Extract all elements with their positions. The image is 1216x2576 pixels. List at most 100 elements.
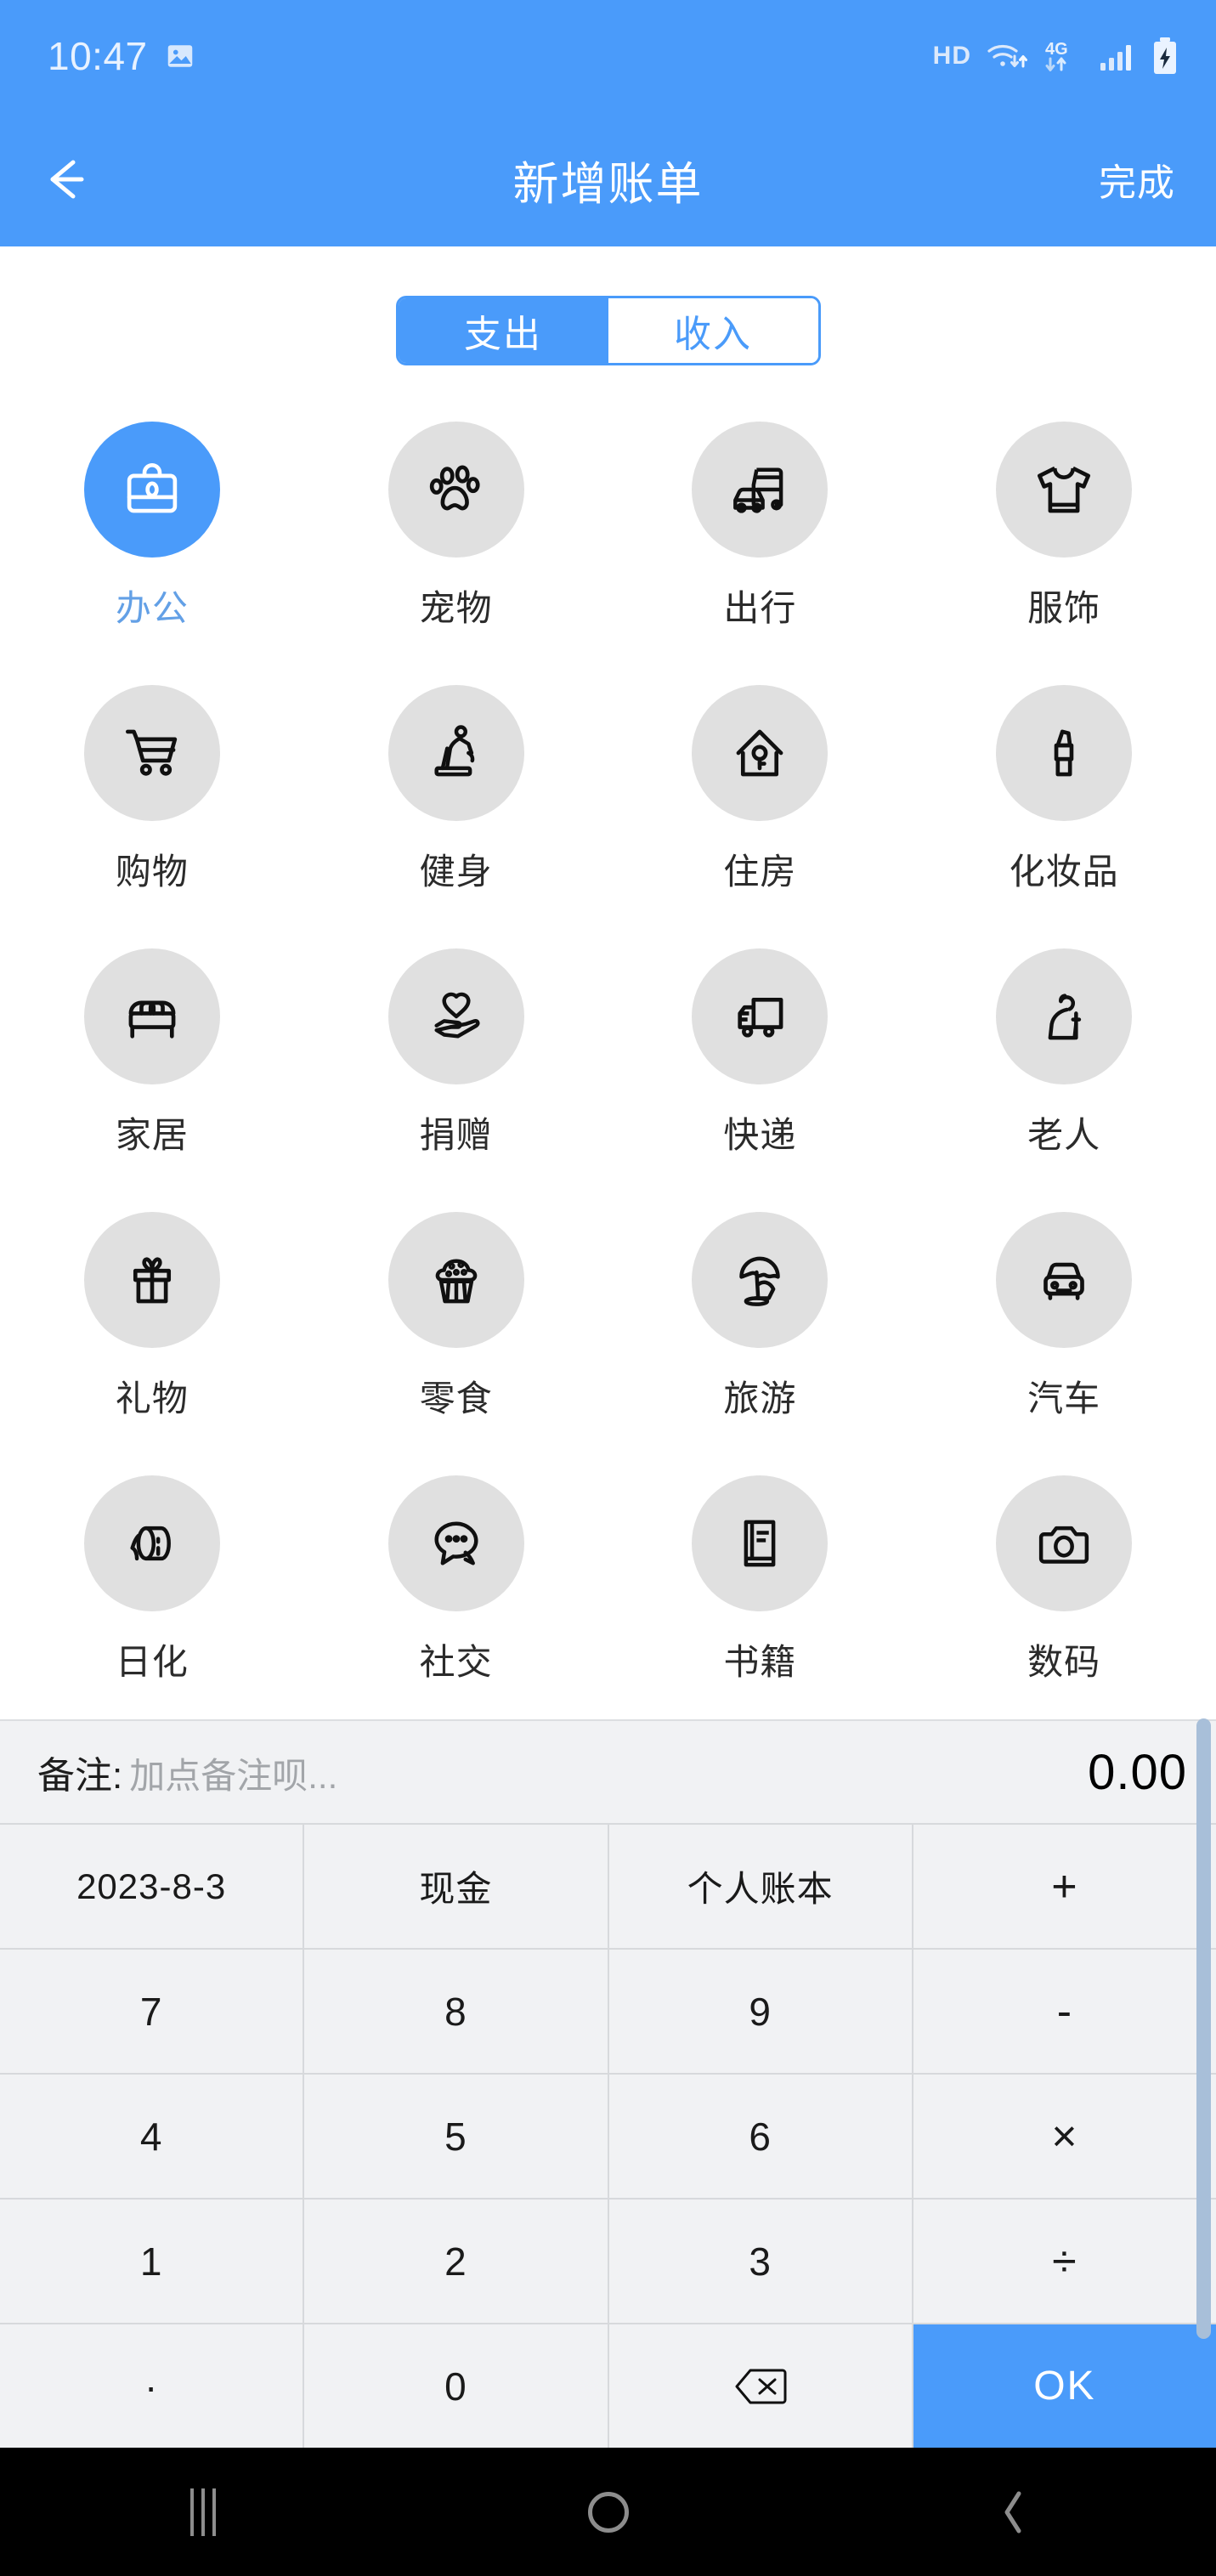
decimal-key[interactable]: ·: [0, 2324, 303, 2448]
type-toggle-wrap: 支出 收入: [0, 246, 1216, 399]
divide-key[interactable]: ÷: [913, 2200, 1216, 2323]
category-label: 住房: [723, 852, 797, 892]
category-label: 数码: [1027, 1642, 1101, 1682]
status-bar-right: HD 4G: [933, 37, 1179, 76]
category-item-camera[interactable]: 数码: [912, 1460, 1216, 1719]
toilet-paper-icon: [83, 1475, 220, 1611]
multiply-key[interactable]: ×: [913, 2075, 1216, 2198]
category-item-tshirt[interactable]: 服饰: [912, 406, 1216, 670]
hd-icon: HD: [932, 42, 971, 70]
wifi-icon: [985, 39, 1029, 73]
recents-icon[interactable]: [152, 2470, 254, 2555]
key-6[interactable]: 6: [608, 2075, 912, 2198]
category-grid-area: 办公 宠物 出行 服饰 购物 健身 住房 化妆品 家居 捐赠 快递 老人 礼物 …: [0, 399, 1216, 1719]
category-label: 出行: [723, 588, 797, 628]
category-item-book[interactable]: 书籍: [608, 1460, 913, 1719]
tab-income[interactable]: 收入: [608, 298, 818, 363]
status-bar: 10:47 HD 4G: [0, 0, 1216, 112]
key-8[interactable]: 8: [304, 1950, 608, 2073]
key-0[interactable]: 0: [304, 2324, 608, 2448]
minus-key[interactable]: -: [913, 1950, 1216, 2073]
category-item-heart-in-hand[interactable]: 捐赠: [304, 933, 608, 1197]
gift-icon: [83, 1212, 220, 1348]
key-4[interactable]: 4: [0, 2075, 303, 2198]
category-item-delivery-truck[interactable]: 快递: [608, 933, 913, 1197]
svg-text:4G: 4G: [1045, 40, 1068, 59]
plus-key[interactable]: +: [913, 1825, 1216, 1948]
payment-method-key[interactable]: 现金: [304, 1825, 608, 1948]
category-grid: 办公 宠物 出行 服饰 购物 健身 住房 化妆品 家居 捐赠 快递 老人 礼物 …: [0, 406, 1216, 1719]
status-bar-left: 10:47: [48, 33, 195, 79]
category-item-house-key[interactable]: 住房: [608, 670, 913, 933]
category-label: 旅游: [723, 1379, 797, 1418]
signal-icon: [1099, 39, 1138, 73]
key-2[interactable]: 2: [304, 2200, 608, 2323]
battery-charging-icon: [1151, 37, 1179, 76]
key-1[interactable]: 1: [0, 2200, 303, 2323]
key-9[interactable]: 9: [608, 1950, 912, 2073]
category-item-chat-bubbles[interactable]: 社交: [304, 1460, 608, 1719]
android-nav-bar: [0, 2448, 1216, 2576]
vertical-scrollbar[interactable]: [1196, 1718, 1211, 2339]
category-label: 书籍: [723, 1642, 797, 1682]
category-label: 零食: [419, 1379, 493, 1418]
numeric-keypad: 2023-8-3 现金 个人账本 +7 8 9- 4 5 6 × 1 2 3 ÷ · 0 OK: [0, 1823, 1216, 2448]
tab-expense[interactable]: 支出: [398, 298, 608, 363]
house-key-icon: [692, 685, 829, 821]
category-label: 捐赠: [419, 1115, 493, 1155]
category-label: 化妆品: [1009, 852, 1119, 892]
cupcake-icon: [387, 1212, 524, 1348]
category-item-bus-car[interactable]: 出行: [608, 406, 913, 670]
category-label: 办公: [115, 588, 189, 628]
category-item-beach-umbrella[interactable]: 旅游: [608, 1197, 913, 1460]
bus-car-icon: [692, 422, 829, 558]
key-7[interactable]: 7: [0, 1950, 303, 2073]
category-label: 健身: [419, 852, 493, 892]
ledger-key[interactable]: 个人账本: [608, 1825, 912, 1948]
category-item-cupcake[interactable]: 零食: [304, 1197, 608, 1460]
back-arrow-icon[interactable]: [41, 154, 95, 205]
book-icon: [692, 1475, 829, 1611]
briefcase-icon: [83, 422, 220, 558]
category-item-lipstick[interactable]: 化妆品: [912, 670, 1216, 933]
category-item-toilet-paper[interactable]: 日化: [0, 1460, 304, 1719]
ok-key[interactable]: OK: [913, 2324, 1216, 2448]
category-label: 购物: [115, 852, 189, 892]
home-icon[interactable]: [557, 2470, 659, 2555]
category-item-briefcase[interactable]: 办公: [0, 406, 304, 670]
category-label: 礼物: [115, 1379, 189, 1418]
amount-display: 0.00: [1088, 1744, 1187, 1800]
category-item-paw[interactable]: 宠物: [304, 406, 608, 670]
category-label: 老人: [1027, 1115, 1101, 1155]
heart-in-hand-icon: [387, 948, 524, 1084]
category-label: 社交: [419, 1642, 493, 1682]
date-key[interactable]: 2023-8-3: [0, 1825, 303, 1948]
category-label: 汽车: [1027, 1379, 1101, 1418]
back-icon[interactable]: [963, 2470, 1065, 2555]
note-placeholder: 加点备注呗...: [129, 1756, 338, 1796]
car-icon: [996, 1212, 1133, 1348]
category-item-bed[interactable]: 家居: [0, 933, 304, 1197]
backspace-key[interactable]: [608, 2324, 912, 2448]
status-time: 10:47: [48, 34, 148, 78]
key-5[interactable]: 5: [304, 2075, 608, 2198]
delivery-truck-icon: [692, 948, 829, 1084]
done-button[interactable]: 完成: [1099, 152, 1175, 207]
paw-icon: [387, 422, 524, 558]
image-icon: [165, 41, 195, 71]
beach-umbrella-icon: [692, 1212, 829, 1348]
category-label: 服饰: [1027, 588, 1101, 628]
chat-bubbles-icon: [387, 1475, 524, 1611]
category-label: 家居: [115, 1115, 189, 1155]
category-item-elderly-person[interactable]: 老人: [912, 933, 1216, 1197]
key-3[interactable]: 3: [608, 2200, 912, 2323]
4g-icon: 4G: [1043, 37, 1085, 75]
note-field[interactable]: 备注: 加点备注呗...: [37, 1745, 337, 1799]
note-label: 备注:: [37, 1755, 123, 1797]
category-item-shopping-cart[interactable]: 购物: [0, 670, 304, 933]
category-item-treadmill[interactable]: 健身: [304, 670, 608, 933]
category-item-gift[interactable]: 礼物: [0, 1197, 304, 1460]
entry-panel: 备注: 加点备注呗... 0.00 2023-8-3 现金 个人账本 +7 8 9- 4 5 6…: [0, 1719, 1216, 2448]
app-screen: 10:47 HD 4G 新增账单 完成 支出 收入 办公 宠物 出行 服饰 购物…: [0, 0, 1216, 2576]
category-item-car[interactable]: 汽车: [912, 1197, 1216, 1460]
